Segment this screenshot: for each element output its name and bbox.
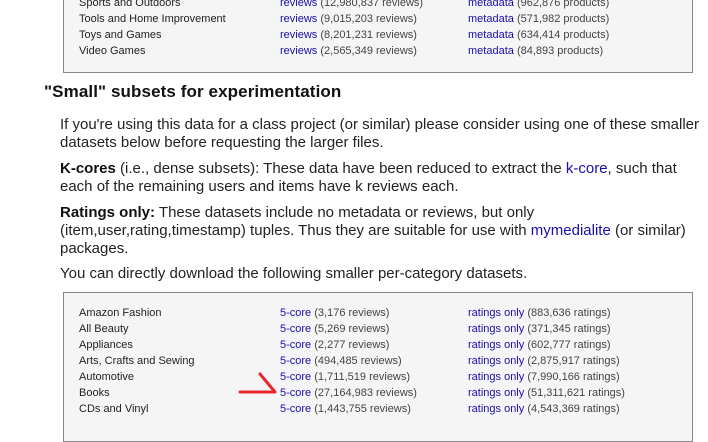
ratings-count: (51,311,621 ratings)	[527, 387, 625, 399]
kcore-link[interactable]: k-core	[566, 160, 608, 177]
intro-paragraph: If you're using this data for a class pr…	[60, 116, 699, 151]
mymedialite-link[interactable]: mymedialite	[531, 222, 611, 239]
5-core-link[interactable]: 5-core	[280, 307, 311, 319]
ratings-only-link[interactable]: ratings only	[468, 403, 524, 415]
core-count: (2,277 reviews)	[314, 339, 390, 351]
ratings-count: (371,345 ratings)	[527, 323, 611, 335]
reviews-link[interactable]: reviews	[280, 45, 317, 57]
reviews-count: (2,565,349 reviews)	[320, 45, 417, 57]
reviews-count: (12,980,837 reviews)	[320, 0, 424, 9]
core-count: (5,269 reviews)	[314, 323, 390, 335]
category-name: Automotive	[79, 371, 135, 383]
5-core-link[interactable]: 5-core	[280, 355, 311, 367]
category-name: Sports and Outdoors	[79, 0, 181, 9]
core-count: (494,485 reviews)	[314, 355, 402, 367]
reviews-link[interactable]: reviews	[280, 0, 317, 9]
ratings-paragraph: Ratings only: These datasets include no …	[60, 204, 700, 258]
category-name: CDs and Vinyl	[79, 403, 149, 415]
category-name: Video Games	[79, 45, 146, 57]
ratings-count: (602,777 ratings)	[527, 339, 611, 351]
5-core-link[interactable]: 5-core	[280, 403, 311, 415]
metadata-link[interactable]: metadata	[468, 13, 514, 25]
ratings-count: (883,636 ratings)	[527, 307, 611, 319]
ratings-only-link[interactable]: ratings only	[468, 371, 524, 383]
5-core-link[interactable]: 5-core	[280, 339, 311, 351]
reviews-link[interactable]: reviews	[280, 29, 317, 41]
5-core-link[interactable]: 5-core	[280, 323, 311, 335]
kcores-paragraph: K-cores (i.e., dense subsets): These dat…	[60, 160, 700, 196]
category-name: Appliances	[79, 339, 133, 351]
category-name: Tools and Home Improvement	[79, 13, 226, 25]
metadata-link[interactable]: metadata	[468, 0, 514, 9]
kcores-label: K-cores	[60, 160, 116, 177]
ratings-count: (4,543,369 ratings)	[527, 403, 620, 415]
metadata-count: (962,876 products)	[516, 0, 610, 9]
metadata-link[interactable]: metadata	[468, 45, 514, 57]
small-datasets-table: Amazon Fashion 5-core (3,176 reviews) ra…	[63, 292, 693, 442]
ratings-count: (7,990,166 ratings)	[527, 371, 620, 383]
ratings-only-link[interactable]: ratings only	[468, 355, 524, 367]
metadata-count: (634,414 products)	[516, 29, 610, 41]
5-core-link[interactable]: 5-core	[280, 387, 311, 399]
reviews-count: (9,015,203 reviews)	[320, 13, 417, 25]
metadata-count: (571,982 products)	[516, 13, 610, 25]
reviews-link[interactable]: reviews	[280, 13, 317, 25]
category-name: All Beauty	[79, 323, 129, 335]
red-arrow-icon	[238, 372, 277, 394]
reviews-count: (8,201,231 reviews)	[320, 29, 417, 41]
ratings-only-link[interactable]: ratings only	[468, 307, 524, 319]
core-count: (3,176 reviews)	[314, 307, 390, 319]
ratings-only-link[interactable]: ratings only	[468, 323, 524, 335]
5-core-link[interactable]: 5-core	[280, 371, 311, 383]
category-name: Arts, Crafts and Sewing	[79, 355, 195, 367]
category-name: Amazon Fashion	[79, 307, 162, 319]
category-name: Books	[79, 387, 110, 399]
download-paragraph: You can directly download the following …	[60, 265, 528, 282]
ratings-only-link[interactable]: ratings only	[468, 387, 524, 399]
ratings-only-link[interactable]: ratings only	[468, 339, 524, 351]
metadata-link[interactable]: metadata	[468, 29, 514, 41]
core-count: (1,711,519 reviews)	[314, 371, 411, 383]
ratings-label: Ratings only:	[60, 204, 156, 221]
category-name: Toys and Games	[79, 29, 162, 41]
core-count: (27,164,983 reviews)	[314, 387, 417, 399]
core-count: (1,443,755 reviews)	[314, 403, 411, 415]
large-datasets-table: Sports and Outdoors reviews (12,980,837 …	[63, 0, 693, 73]
ratings-count: (2,875,917 ratings)	[527, 355, 620, 367]
kcores-text: (i.e., dense subsets): These data have b…	[115, 160, 566, 177]
metadata-count: (84,893 products)	[516, 45, 604, 57]
section-heading: "Small" subsets for experimentation	[44, 82, 342, 101]
